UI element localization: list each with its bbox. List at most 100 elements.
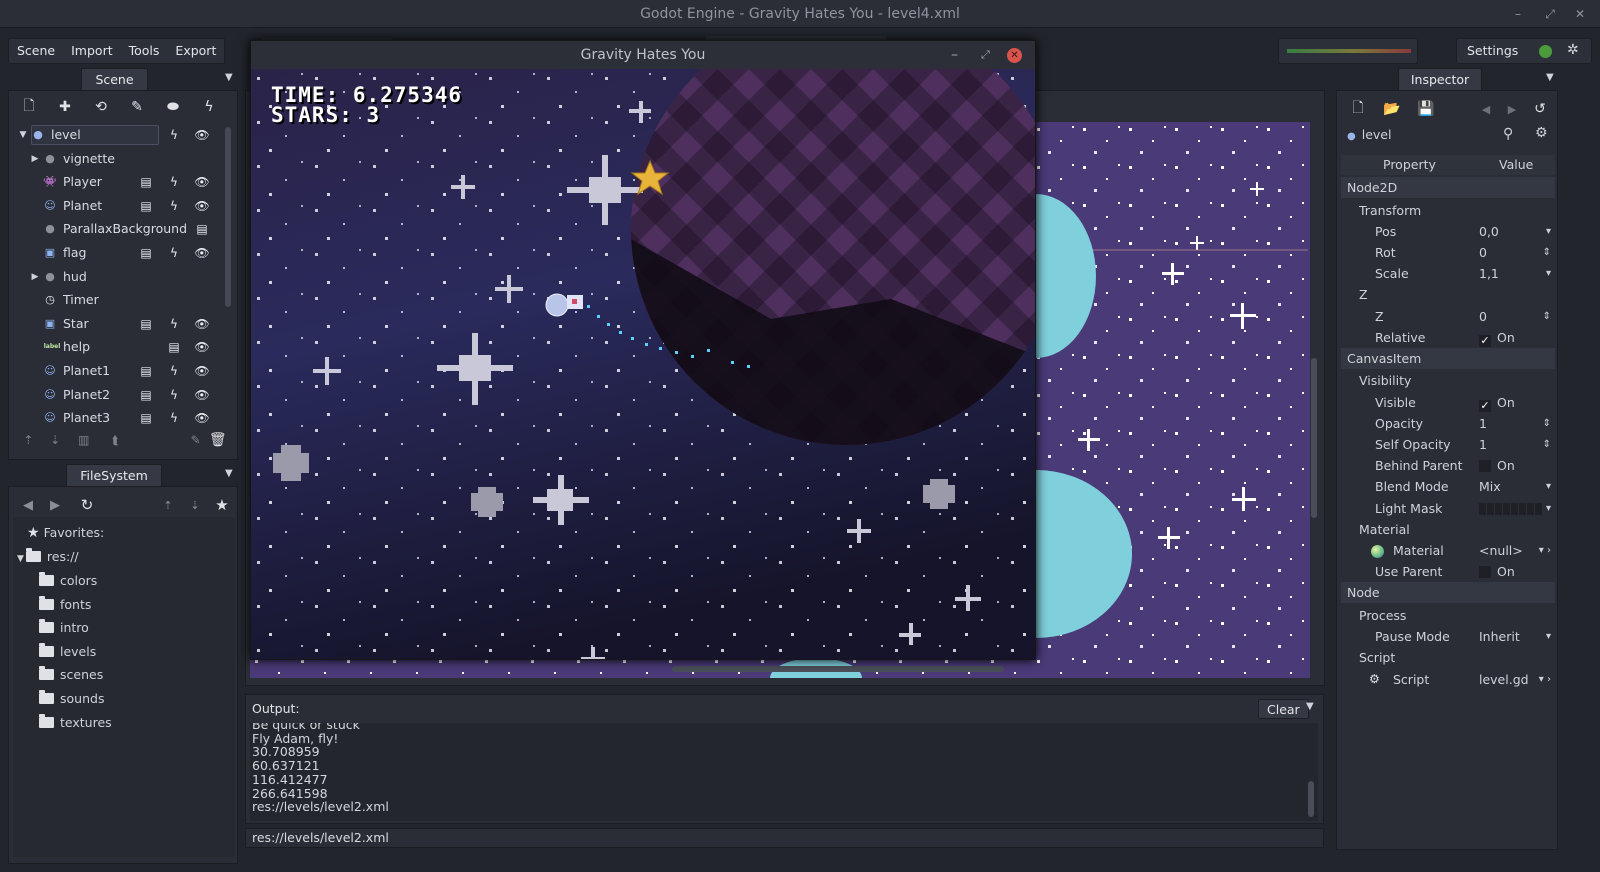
output-log[interactable]: Be quick or stuck Fly Adam, fly! 30.708959… (250, 723, 1318, 821)
reparent-icon[interactable]: ✎ (119, 99, 155, 115)
inspector-property-row[interactable]: Relative ✓ On (1341, 327, 1555, 348)
favorites-row[interactable]: ★ Favorites: (27, 521, 104, 545)
open-scene-icon[interactable]: ▤ (137, 312, 155, 336)
property-value[interactable]: 1 (1479, 434, 1487, 455)
inspector-section[interactable]: CanvasItem (1341, 347, 1555, 369)
instance-scene-icon[interactable]: ⟲ (83, 99, 119, 115)
property-value[interactable]: 0 (1479, 306, 1487, 327)
visibility-icon[interactable]: 👁 (193, 194, 211, 218)
scene-tree-item[interactable]: ☺ Planet3 ▤ ϟ 👁 (13, 406, 223, 429)
scene-tree-item[interactable]: label help ▤ 👁 (13, 335, 223, 359)
light-mask-grid[interactable] (1479, 498, 1543, 519)
scene-tree-item[interactable]: ▣ flag ▤ ϟ 👁 (13, 241, 223, 265)
expand-arrow-icon[interactable]: ▼ (17, 123, 29, 147)
visibility-icon[interactable]: 👁 (193, 312, 211, 336)
scene-tree-item[interactable]: 👾 Player ▤ ϟ 👁 (13, 170, 223, 194)
scene-tree-item[interactable]: ▶ ● vignette (13, 147, 223, 171)
scene-tree-item[interactable]: ▼ ● level ϟ 👁 (13, 123, 223, 147)
inspector-property-row[interactable]: Pause Mode Inherit ▾ (1341, 626, 1555, 647)
property-value[interactable]: <null> (1479, 540, 1523, 561)
spinner-arrows-icon[interactable]: ⇕ (1543, 413, 1551, 434)
visibility-icon[interactable]: 👁 (193, 359, 211, 383)
inspector-group[interactable]: Script (1341, 647, 1555, 668)
inspector-section[interactable]: Node (1341, 582, 1555, 604)
res-root-row[interactable]: ▼ res:// (17, 545, 79, 569)
script-icon[interactable]: ϟ (165, 312, 183, 336)
checkbox-icon[interactable] (1479, 460, 1491, 473)
spinner-arrows-icon[interactable]: ⇕ (1543, 306, 1551, 327)
dropdown-arrow-icon[interactable]: ▾ › (1539, 669, 1551, 690)
folder-item[interactable]: intro (39, 616, 89, 640)
scene-tree-item[interactable]: ● ParallaxBackground ▤ (13, 217, 223, 241)
property-checkbox[interactable]: ✓ On (1479, 327, 1515, 348)
inspector-property-row[interactable]: Blend Mode Mix ▾ (1341, 476, 1555, 497)
scene-tree-item[interactable]: ▶ ● hud (13, 265, 223, 289)
output-menu-icon[interactable]: ▼ (1306, 701, 1314, 712)
tab-inspector[interactable]: Inspector (1398, 68, 1482, 90)
spinner-arrows-icon[interactable]: ⇕ (1543, 242, 1551, 263)
scene-tree-item[interactable]: ☺ Planet ▤ ϟ 👁 (13, 194, 223, 218)
visibility-icon[interactable]: 👁 (193, 406, 211, 429)
scene-tree-item[interactable]: ☺ Planet1 ▤ ϟ 👁 (13, 359, 223, 383)
property-value[interactable]: Mix (1479, 476, 1501, 497)
forward-icon[interactable]: ▶ (41, 498, 69, 513)
delete-icon[interactable]: 🗑 (202, 432, 233, 448)
tab-scene[interactable]: Scene (81, 68, 148, 90)
menu-tools[interactable]: Tools (121, 39, 168, 63)
inspector-property-row[interactable]: Opacity 1 ⇕ (1341, 413, 1555, 434)
script-icon[interactable]: ϟ (165, 406, 183, 429)
maximize-icon[interactable]: ⤢ (981, 41, 990, 69)
script-icon[interactable]: ϟ (165, 194, 183, 218)
checkbox-icon[interactable]: ✓ (1479, 399, 1491, 412)
open-scene-icon[interactable]: ▤ (137, 383, 155, 407)
expand-arrow-icon[interactable]: ▶ (29, 147, 41, 171)
inspector-property-row[interactable]: Use Parent On (1341, 561, 1555, 582)
viewport-hscrollbar[interactable] (672, 666, 1004, 672)
folder-item[interactable]: fonts (39, 593, 91, 617)
dropdown-arrow-icon[interactable]: ▾ (1546, 498, 1551, 519)
inspector-group[interactable]: Z (1341, 284, 1555, 305)
tab-filesystem[interactable]: FileSystem (66, 464, 162, 486)
inspector-property-row[interactable]: ⚙ Script level.gd ▾ › (1341, 669, 1555, 690)
folder-item[interactable]: colors (39, 569, 97, 593)
spinner-arrows-icon[interactable]: ⇕ (1543, 434, 1551, 455)
clear-button[interactable]: Clear (1258, 699, 1309, 719)
move-up-icon[interactable]: ⇡ (155, 499, 181, 512)
property-value[interactable]: 1,1 (1479, 263, 1499, 284)
scene-tree-item[interactable]: ☺ Planet2 ▤ ϟ 👁 (13, 383, 223, 407)
new-scene-icon[interactable]: 🗋 (11, 95, 47, 119)
expand-arrow-icon[interactable]: ▼ (17, 554, 24, 564)
mask-bits[interactable] (1479, 502, 1543, 515)
refresh-icon[interactable]: ↻ (69, 496, 105, 514)
minimize-icon[interactable]: – (1506, 0, 1530, 28)
property-checkbox[interactable]: On (1479, 561, 1515, 582)
inspector-property-row[interactable]: Visible ✓ On (1341, 392, 1555, 413)
settings-button[interactable]: Settings (1467, 43, 1518, 58)
open-scene-icon[interactable]: ▤ (165, 335, 183, 359)
inspector-group[interactable]: Transform (1341, 200, 1555, 221)
move-down-icon[interactable]: ⇣ (181, 499, 209, 512)
property-value[interactable]: Inherit (1479, 626, 1520, 647)
scene-tree-item[interactable]: ◷ Timer (13, 288, 223, 312)
scene-tree-item[interactable]: ▣ Star ▤ ϟ 👁 (13, 312, 223, 336)
open-scene-icon[interactable]: ▤ (137, 170, 155, 194)
inspector-property-row[interactable]: Scale 1,1 ▾ (1341, 263, 1555, 284)
back-icon[interactable]: ◀ (1473, 103, 1499, 116)
script-icon[interactable]: ϟ (165, 241, 183, 265)
inspector-property-row[interactable]: Material <null> ▾ › (1341, 540, 1555, 561)
minimize-icon[interactable]: – (951, 41, 958, 69)
inspector-property-row[interactable]: Self Opacity 1 ⇕ (1341, 434, 1555, 455)
scene-tree-scrollbar[interactable] (225, 127, 231, 307)
visibility-icon[interactable]: 👁 (193, 170, 211, 194)
property-checkbox[interactable]: ✓ On (1479, 392, 1515, 413)
inspector-group[interactable]: Material (1341, 519, 1555, 540)
open-scene-icon[interactable]: ▤ (193, 217, 211, 241)
game-canvas[interactable] (251, 69, 1036, 660)
menu-export[interactable]: Export (167, 39, 224, 63)
folder-item[interactable]: sounds (39, 687, 104, 711)
expand-arrow-icon[interactable]: ▶ (29, 265, 41, 289)
property-value[interactable]: level.gd (1479, 669, 1529, 690)
dropdown-arrow-icon[interactable]: ▾ (1546, 263, 1551, 284)
dropdown-arrow-icon[interactable]: ▾ (1546, 221, 1551, 242)
inspector-property-row[interactable]: Light Mask ▾ (1341, 498, 1555, 519)
